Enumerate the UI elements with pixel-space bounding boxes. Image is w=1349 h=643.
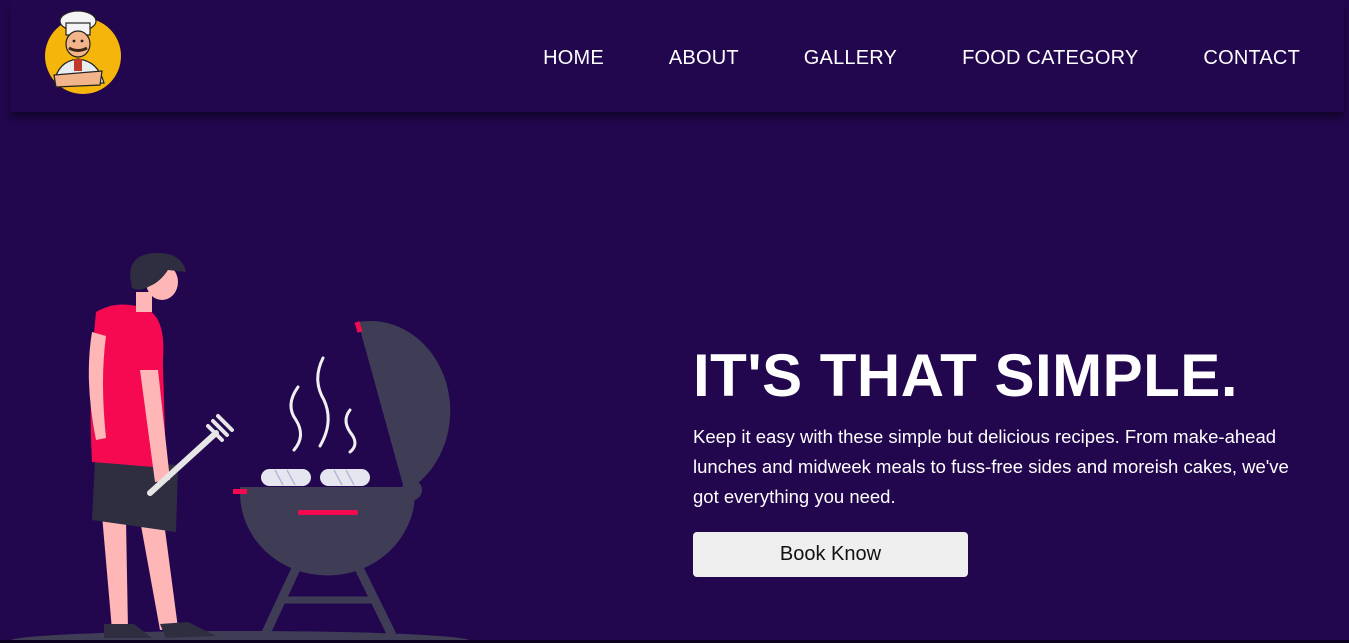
nav-food-category[interactable]: FOOD CATEGORY [962,46,1138,70]
chef-logo-icon[interactable] [40,9,126,95]
book-button[interactable]: Book Know [693,532,968,577]
nav-menu: HOME ABOUT GALLERY FOOD CATEGORY CONTACT [543,46,1300,70]
nav-home[interactable]: HOME [543,46,604,70]
hero-section: IT'S THAT SIMPLE. Keep it easy with thes… [693,340,1313,577]
barbecue-grill-illustration [10,252,470,643]
hero-title: IT'S THAT SIMPLE. [693,342,1238,409]
hero-description: Keep it easy with these simple but delic… [693,426,1289,507]
nav-contact[interactable]: CONTACT [1203,46,1300,70]
nav-about[interactable]: ABOUT [669,46,739,70]
navbar: HOME ABOUT GALLERY FOOD CATEGORY CONTACT [10,0,1344,112]
nav-gallery[interactable]: GALLERY [804,46,897,70]
